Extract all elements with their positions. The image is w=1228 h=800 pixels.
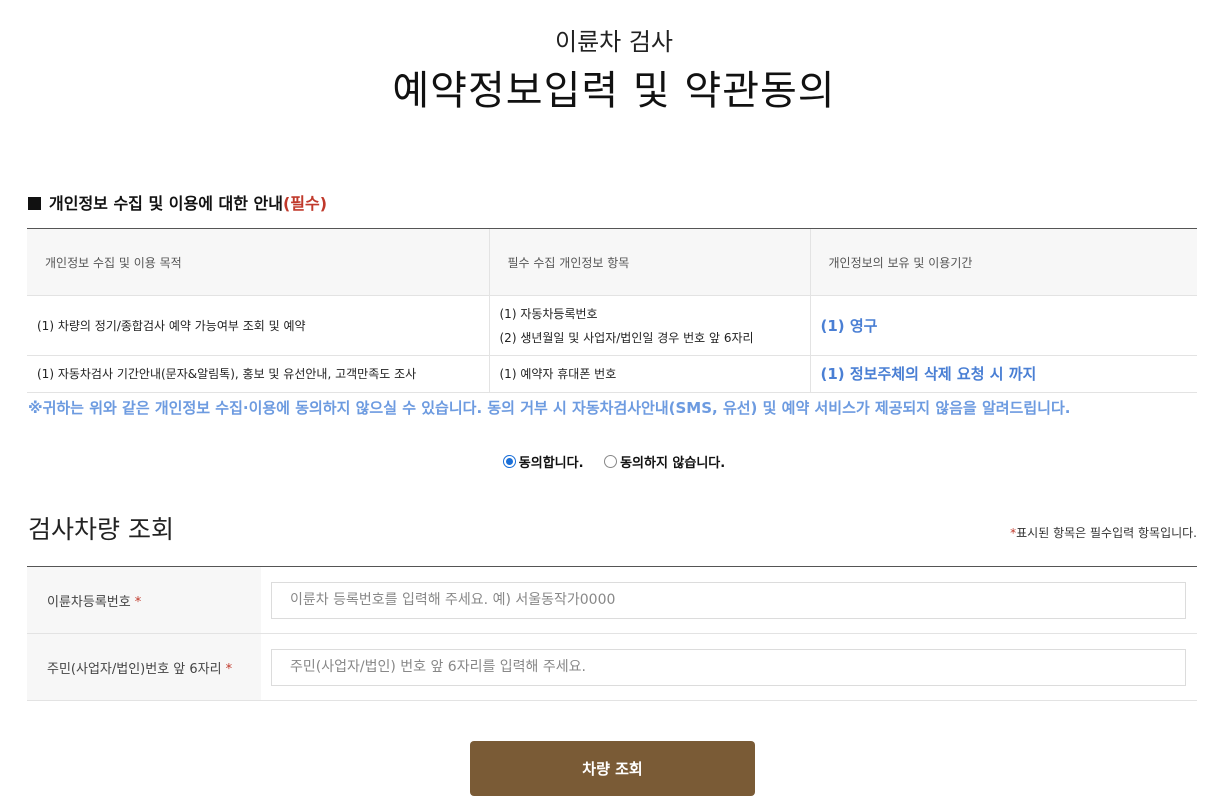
purpose-cell: (1) 차량의 정기/종합검사 예약 가능여부 조회 및 예약 — [27, 295, 489, 356]
period-cell: (1) 정보주체의 삭제 요청 시 까지 — [809, 355, 1197, 393]
period-cell: (1) 영구 — [809, 295, 1197, 356]
id-number-input[interactable] — [271, 648, 1186, 686]
column-header-period: 개인정보의 보유 및 이용기간 — [809, 228, 1197, 296]
page-title: 예약정보입력 및 약관동의 — [392, 68, 836, 114]
field-label: 주민(사업자/법인)번호 앞 6자리 * — [27, 633, 261, 701]
page-subtitle: 이륜차 검사 — [554, 28, 674, 56]
table-row: (1) 자동차검사 기간안내(문자&알림톡), 홍보 및 유선안내, 고객만족도… — [27, 355, 1197, 393]
form-row: 주민(사업자/법인)번호 앞 6자리 * — [27, 633, 1197, 701]
vehicle-lookup-form: 이륜차등록번호* 주민(사업자/법인)번호 앞 6자리* — [27, 566, 1197, 701]
required-star: * — [225, 661, 233, 677]
vehicle-search-button[interactable]: 차량 조회 — [470, 741, 755, 796]
item-line: (1) 예약자 휴대폰 번호 — [499, 367, 617, 381]
field-label: 이륜차등록번호 * — [27, 566, 261, 634]
column-header-purpose: 개인정보 수집 및 이용 목적 — [27, 228, 489, 296]
form-row: 이륜차등록번호 * — [27, 566, 1197, 634]
items-cell: (1) 자동차등록번호 (2) 생년월일 및 사업자/법인일 경우 번호 앞 6… — [488, 295, 810, 356]
id-number-label: 주민(사업자/법인)번호 앞 6자리 — [47, 661, 222, 677]
item-line: (2) 생년월일 및 사업자/법인일 경우 번호 앞 6자리 — [499, 330, 754, 345]
registration-number-label: 이륜차등록번호 — [47, 594, 131, 610]
column-header-items: 필수 수집 개인정보 항목 — [488, 228, 810, 296]
items-cell: (1) 예약자 휴대폰 번호 — [488, 355, 810, 393]
agree-label[interactable]: 동의합니다. — [519, 452, 584, 471]
privacy-heading-text: 개인정보 수집 및 이용에 대한 안내 — [49, 194, 283, 213]
table-row: (1) 차량의 정기/종합검사 예약 가능여부 조회 및 예약 (1) 자동차등… — [27, 295, 1197, 356]
privacy-heading-required: (필수) — [282, 194, 328, 213]
consent-radio-group: 동의합니다. 동의하지 않습니다. — [0, 452, 1228, 472]
privacy-table: 개인정보 수집 및 이용 목적 필수 수집 개인정보 항목 개인정보의 보유 및… — [27, 228, 1197, 393]
lookup-section-title: 검사차량 조회 — [28, 515, 174, 544]
field-cell — [261, 633, 1197, 701]
privacy-section-heading: 개인정보 수집 및 이용에 대한 안내(필수) — [28, 190, 327, 214]
square-bullet-icon — [28, 197, 41, 210]
field-cell — [261, 566, 1197, 634]
required-note: *표시된 항목은 필수입력 항목입니다. — [1010, 524, 1197, 541]
required-star: * — [134, 594, 142, 610]
agree-radio[interactable] — [502, 455, 516, 468]
agree-radio-option[interactable]: 동의합니다. — [502, 452, 584, 471]
disagree-radio-option[interactable]: 동의하지 않습니다. — [604, 452, 725, 471]
disagree-label[interactable]: 동의하지 않습니다. — [620, 452, 725, 471]
privacy-notice: ※귀하는 위와 같은 개인정보 수집·이용에 동의하지 않으실 수 있습니다. … — [28, 399, 1071, 417]
required-note-text: 표시된 항목은 필수입력 항목입니다. — [1016, 526, 1197, 540]
disagree-radio[interactable] — [604, 455, 618, 468]
item-line: (1) 자동차등록번호 — [499, 306, 598, 321]
purpose-cell: (1) 자동차검사 기간안내(문자&알림톡), 홍보 및 유선안내, 고객만족도… — [27, 355, 489, 393]
registration-number-input[interactable] — [271, 581, 1186, 619]
